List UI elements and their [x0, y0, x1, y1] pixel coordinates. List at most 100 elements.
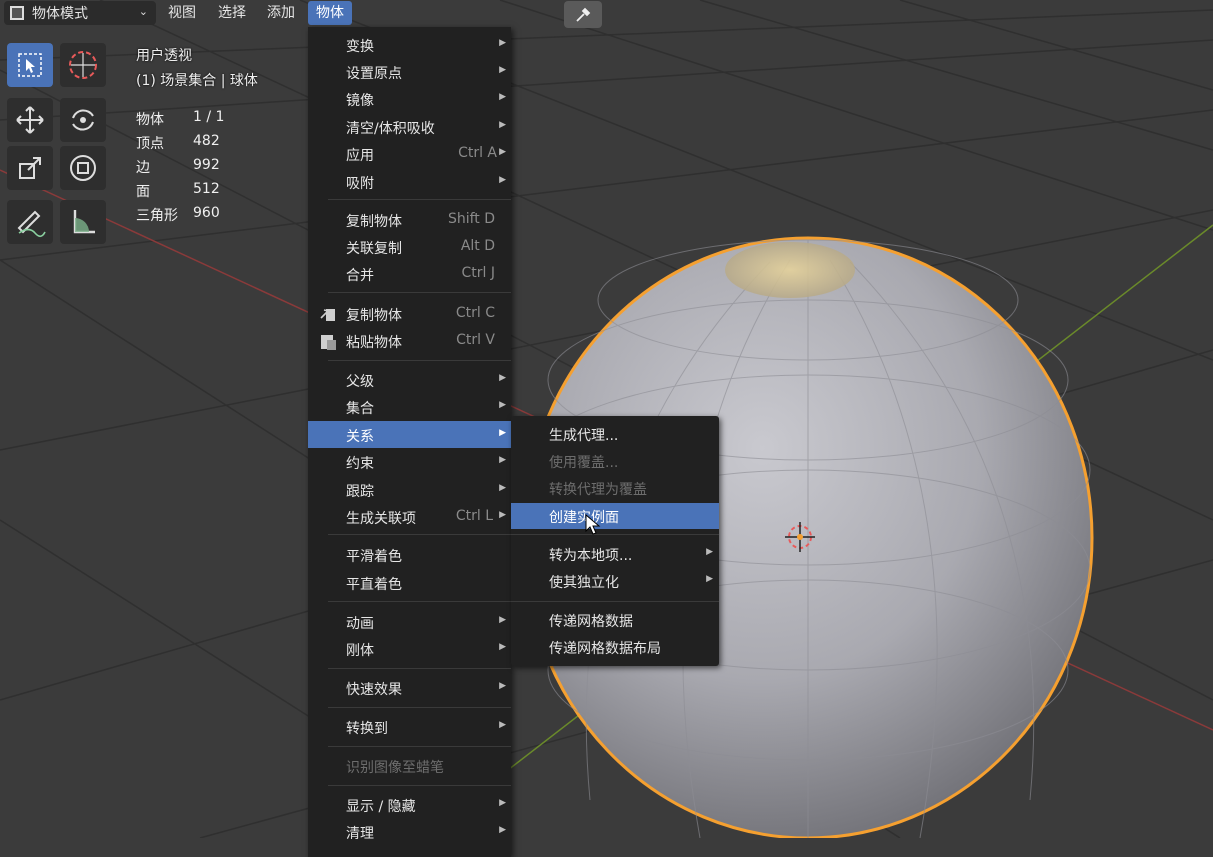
submenu-item-make-local[interactable]: 转为本地项... ▶ — [511, 541, 719, 567]
move-icon — [16, 106, 44, 134]
menu-select[interactable]: 选择 — [210, 1, 254, 25]
menu-separator — [328, 534, 511, 535]
menu-separator — [328, 360, 511, 361]
menu-separator — [328, 746, 511, 747]
menu-item-set-origin[interactable]: 设置原点 ▶ — [308, 58, 511, 85]
mode-label: 物体模式 — [32, 6, 88, 22]
menu-item-animation[interactable]: 动画 ▶ — [308, 608, 511, 635]
menu-item-convert[interactable]: 转换到 ▶ — [308, 713, 511, 740]
menu-item-shade-flat[interactable]: 平直着色 — [308, 569, 511, 596]
menu-separator — [328, 668, 511, 669]
scale-icon — [19, 157, 41, 179]
menu-item-track[interactable]: 跟踪 ▶ — [308, 476, 511, 503]
submenu-separator — [511, 601, 719, 602]
submenu-arrow-icon: ▶ — [499, 175, 506, 185]
menu-item-rigid-body[interactable]: 刚体 ▶ — [308, 635, 511, 662]
menu-item-duplicate-linked[interactable]: 关联复制 Alt D — [308, 233, 511, 260]
submenu-item-convert-proxy: 转换代理为覆盖 — [549, 482, 647, 498]
menu-item-snap[interactable]: 吸附 ▶ — [308, 168, 511, 195]
submenu-item-make-single-user[interactable]: 使其独立化 ▶ — [511, 568, 719, 594]
rotate-tool[interactable] — [60, 98, 106, 142]
menu-separator — [328, 601, 511, 602]
submenu-arrow-icon: ▶ — [706, 574, 713, 584]
submenu-arrow-icon: ▶ — [499, 38, 506, 48]
menu-item-show-hide[interactable]: 显示 / 隐藏 ▶ — [308, 791, 511, 818]
submenu-arrow-icon: ▶ — [706, 547, 713, 557]
submenu-item-make-proxy[interactable]: 生成代理... — [511, 421, 719, 447]
menu-item-apply[interactable]: 应用 Ctrl A ▶ — [308, 140, 511, 167]
menu-item-duplicate[interactable]: 复制物体 Shift D — [308, 206, 511, 233]
relations-submenu: 生成代理... 使用覆盖... 转换代理为覆盖 创建实例面 转为本地项... ▶ … — [511, 416, 719, 666]
menu-object[interactable]: 物体 — [308, 1, 352, 25]
viewport-header: 物体模式 ⌄ 视图 选择 添加 物体 — [0, 0, 1213, 28]
transform-icon — [70, 155, 96, 181]
mouse-pointer-icon — [585, 514, 601, 535]
menu-item-link-transfer[interactable]: 生成关联项 Ctrl L ▶ — [308, 503, 511, 530]
stat-faces: 面 512 — [136, 181, 220, 200]
menu-item-relations[interactable]: 关系 ▶ — [308, 421, 511, 448]
submenu-arrow-icon: ▶ — [499, 825, 506, 835]
submenu-item-transfer-mesh-data[interactable]: 传递网格数据 — [511, 607, 719, 633]
menu-item-transform[interactable]: 变换 ▶ — [308, 31, 511, 58]
copy-icon — [320, 309, 335, 321]
scale-tool[interactable] — [7, 146, 53, 190]
object-menu: 变换 ▶ 设置原点 ▶ 镜像 ▶ 清空/体积吸收 ▶ 应用 Ctrl A ▶ 吸附 ▶ 复制物… — [308, 27, 511, 857]
submenu-arrow-icon: ▶ — [499, 120, 506, 130]
mode-dropdown[interactable]: 物体模式 ⌄ — [4, 1, 156, 25]
submenu-arrow-icon: ▶ — [499, 642, 506, 652]
view-name-label: 用户透视 — [136, 48, 192, 64]
menu-view[interactable]: 视图 — [160, 1, 204, 25]
move-tool[interactable] — [7, 98, 53, 142]
menu-item-trace-image: 识别图像至蜡笔 — [346, 760, 444, 776]
submenu-arrow-icon: ▶ — [499, 681, 506, 691]
submenu-arrow-icon: ▶ — [499, 92, 506, 102]
submenu-arrow-icon: ▶ — [499, 400, 506, 410]
object-mode-icon — [10, 6, 24, 20]
submenu-arrow-icon: ▶ — [499, 510, 506, 520]
menu-item-paste-objects[interactable]: 粘贴物体 Ctrl V — [308, 327, 511, 354]
stat-edges: 边 992 — [136, 157, 220, 176]
menu-item-clean-up[interactable]: 清理 ▶ — [308, 818, 511, 845]
menu-separator — [328, 785, 511, 786]
menu-item-parent[interactable]: 父级 ▶ — [308, 366, 511, 393]
transform-tool[interactable] — [60, 146, 106, 190]
pencil-icon — [17, 210, 46, 238]
submenu-arrow-icon: ▶ — [499, 720, 506, 730]
paste-icon — [321, 335, 336, 350]
menu-add[interactable]: 添加 — [259, 1, 303, 25]
chevron-down-icon: ⌄ — [138, 5, 148, 18]
menu-separator — [328, 199, 511, 200]
cursor-tool[interactable] — [60, 43, 106, 87]
menu-item-shade-smooth[interactable]: 平滑着色 — [308, 541, 511, 568]
submenu-arrow-icon: ▶ — [499, 615, 506, 625]
menu-item-collection[interactable]: 集合 ▶ — [308, 393, 511, 420]
menu-item-constraint[interactable]: 约束 ▶ — [308, 448, 511, 475]
eyedropper-icon — [576, 7, 591, 22]
submenu-arrow-icon: ▶ — [499, 483, 506, 493]
select-box-icon — [18, 53, 42, 77]
submenu-item-make-instance-face[interactable]: 创建实例面 — [511, 503, 719, 529]
submenu-arrow-icon: ▶ — [499, 798, 506, 808]
menu-item-copy-objects[interactable]: 复制物体 Ctrl C — [308, 300, 511, 327]
submenu-arrow-icon: ▶ — [499, 428, 506, 438]
submenu-item-make-override: 使用覆盖... — [549, 455, 619, 471]
select-box-tool[interactable] — [7, 43, 53, 87]
submenu-arrow-icon: ▶ — [499, 373, 506, 383]
submenu-arrow-icon: ▶ — [499, 65, 506, 75]
submenu-item-transfer-mesh-layout[interactable]: 传递网格数据布局 — [511, 634, 719, 660]
menu-separator — [328, 707, 511, 708]
submenu-separator — [511, 534, 719, 535]
collection-label: (1) 场景集合 | 球体 — [136, 73, 258, 89]
rotate-icon — [72, 109, 94, 131]
stat-objects: 物体 1 / 1 — [136, 109, 225, 128]
menu-item-join[interactable]: 合并 Ctrl J — [308, 260, 511, 287]
menu-item-clear[interactable]: 清空/体积吸收 ▶ — [308, 113, 511, 140]
stat-triangles: 三角形 960 — [136, 205, 220, 224]
submenu-arrow-icon: ▶ — [499, 147, 506, 157]
menu-item-mirror[interactable]: 镜像 ▶ — [308, 85, 511, 112]
measure-icon — [73, 210, 95, 234]
menu-item-quick-effects[interactable]: 快速效果 ▶ — [308, 674, 511, 701]
eyedropper-button[interactable] — [564, 1, 602, 28]
measure-tool[interactable] — [60, 200, 106, 244]
annotate-tool[interactable] — [7, 200, 53, 244]
